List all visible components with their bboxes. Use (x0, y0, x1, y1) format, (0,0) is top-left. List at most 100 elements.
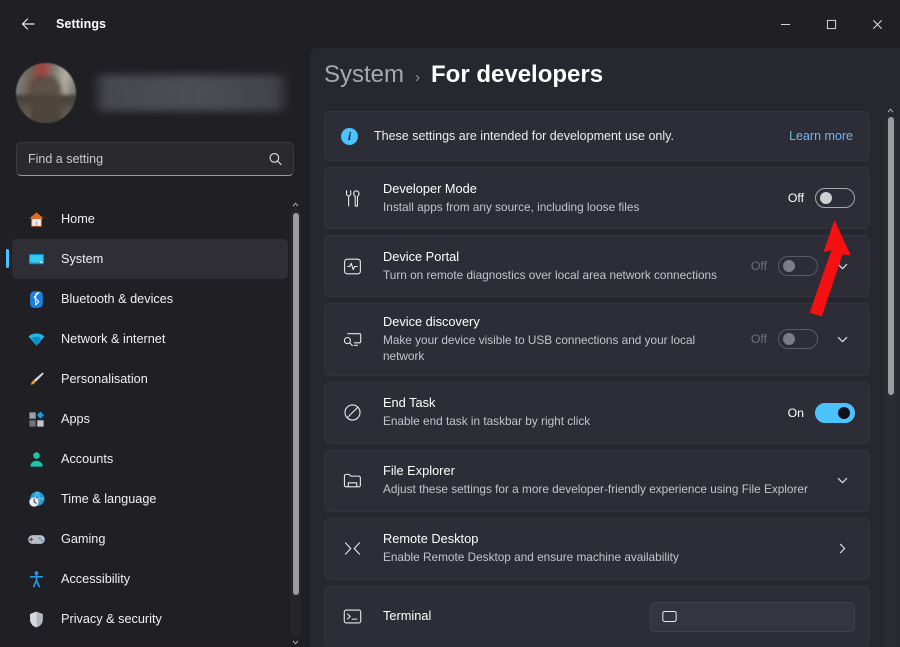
sidebar-item-accounts[interactable]: Accounts (12, 439, 288, 479)
minimize-button[interactable] (762, 0, 808, 48)
setting-title: Terminal (383, 607, 432, 623)
chevron-up-icon (292, 201, 299, 206)
sidebar-item-label: Privacy & security (61, 612, 162, 626)
setting-row-end-task[interactable]: End Task Enable end task in taskbar by r… (324, 381, 870, 444)
setting-row-device-portal[interactable]: Device Portal Turn on remote diagnostics… (324, 235, 870, 297)
chevron-down-icon[interactable] (829, 326, 855, 352)
sidebar-scrollbar[interactable] (290, 199, 301, 647)
sidebar-item-bluetooth-devices[interactable]: Bluetooth & devices (12, 279, 288, 319)
info-icon: i (341, 127, 358, 145)
setting-control: Off (745, 253, 855, 279)
sidebar-item-home[interactable]: Home (12, 199, 288, 239)
account-section[interactable] (0, 48, 310, 128)
device-discovery-toggle[interactable] (778, 329, 818, 350)
maximize-button[interactable] (808, 0, 854, 48)
close-button[interactable] (854, 0, 900, 48)
apps-icon (25, 408, 47, 430)
setting-control: On (782, 402, 855, 423)
device-discovery-icon (339, 326, 365, 352)
remote-desktop-icon (339, 536, 365, 562)
scrollbar-track[interactable] (885, 115, 896, 647)
setting-text: Remote Desktop Enable Remote Desktop and… (383, 521, 829, 575)
toggle-state-label: On (787, 405, 804, 420)
developer-mode-toggle[interactable] (815, 188, 855, 208)
sidebar-item-time-language[interactable]: Time & language (12, 479, 288, 519)
system-icon (25, 248, 47, 270)
sidebar-item-personalisation[interactable]: Personalisation (12, 359, 288, 399)
breadcrumb-separator: › (415, 69, 421, 86)
chevron-down-icon[interactable] (829, 253, 855, 279)
search-icon (269, 153, 282, 166)
back-button[interactable] (8, 8, 48, 40)
info-banner-text: These settings are intended for developm… (374, 129, 674, 143)
sidebar-item-system[interactable]: System (6, 239, 288, 279)
sidebar-item-gaming[interactable]: Gaming (12, 519, 288, 559)
setting-row-device-discovery[interactable]: Device discovery Make your device visibl… (324, 303, 870, 376)
sidebar-item-label: Apps (61, 412, 90, 426)
scrollbar-thumb[interactable] (888, 117, 894, 395)
scroll-up-button[interactable] (885, 105, 896, 115)
setting-description: Install apps from any source, including … (383, 199, 640, 214)
end-task-toggle[interactable] (815, 402, 855, 423)
sidebar-item-label: Gaming (61, 532, 106, 546)
setting-row-file-explorer[interactable]: File Explorer Adjust these settings for … (324, 449, 870, 512)
scrollbar-track[interactable] (290, 209, 301, 637)
setting-title: End Task (383, 395, 436, 411)
search-box[interactable] (16, 142, 294, 176)
setting-text: Device discovery Make your device visibl… (383, 304, 745, 375)
minimize-icon (780, 23, 790, 25)
brush-icon (25, 368, 47, 390)
device-portal-toggle[interactable] (778, 256, 818, 276)
settings-list: i These settings are intended for develo… (324, 111, 890, 647)
username-redacted (94, 74, 289, 111)
sidebar-item-network-internet[interactable]: Network & internet (12, 319, 288, 359)
scroll-up-button[interactable] (290, 199, 301, 209)
sidebar-item-label: Network & internet (61, 332, 166, 346)
folder-icon (339, 468, 365, 494)
setting-control (650, 601, 855, 632)
search-input[interactable] (17, 152, 293, 166)
toggle-state-label: Off (750, 332, 767, 347)
clock-globe-icon (25, 488, 47, 510)
setting-description: Turn on remote diagnostics over local ar… (383, 267, 717, 282)
close-icon (872, 19, 882, 29)
info-banner: i These settings are intended for develo… (324, 111, 870, 161)
learn-more-link[interactable]: Learn more (789, 129, 853, 143)
sidebar-item-privacy-security[interactable]: Privacy & security (12, 599, 288, 639)
setting-text: Device Portal Turn on remote diagnostics… (383, 239, 745, 293)
breadcrumb-parent[interactable]: System (324, 61, 404, 89)
title-bar: Settings (0, 0, 900, 48)
chevron-down-icon[interactable] (829, 468, 855, 494)
setting-description: Enable Remote Desktop and ensure machine… (383, 550, 679, 565)
setting-description: Enable end task in taskbar by right clic… (383, 414, 591, 429)
sidebar-item-label: Accessibility (61, 572, 131, 586)
sidebar-item-apps[interactable]: Apps (12, 399, 288, 439)
terminal-small-icon (662, 611, 677, 622)
device-portal-icon (339, 253, 365, 279)
setting-title: Developer Mode (383, 180, 477, 196)
setting-row-remote-desktop[interactable]: Remote Desktop Enable Remote Desktop and… (324, 517, 870, 580)
avatar (16, 62, 76, 123)
setting-control (829, 468, 855, 494)
bluetooth-icon (25, 288, 47, 310)
terminal-default-select[interactable] (650, 601, 855, 632)
scrollbar-thumb[interactable] (293, 213, 299, 595)
maximize-icon (826, 19, 836, 29)
sidebar-item-accessibility[interactable]: Accessibility (12, 559, 288, 599)
main-scrollbar[interactable] (885, 105, 896, 647)
sidebar-item-label: Home (61, 212, 95, 226)
setting-row-developer-mode[interactable]: Developer Mode Install apps from any sou… (324, 167, 870, 229)
scroll-down-button[interactable] (290, 637, 301, 647)
breadcrumb: System › For developers (310, 48, 900, 89)
developer-tools-icon (339, 185, 365, 211)
sidebar-item-label: Accounts (61, 452, 114, 466)
sidebar-item-label: Personalisation (61, 372, 148, 386)
sidebar-item-label: Bluetooth & devices (61, 292, 174, 306)
main-pane: System › For developers i These settings… (310, 48, 900, 647)
sidebar-item-label: Time & language (61, 492, 157, 506)
setting-title: Remote Desktop (383, 531, 479, 547)
setting-text: Developer Mode Install apps from any sou… (383, 171, 782, 225)
app-title: Settings (56, 17, 107, 31)
setting-row-terminal[interactable]: Terminal (324, 585, 870, 647)
chevron-right-icon[interactable] (829, 536, 855, 562)
